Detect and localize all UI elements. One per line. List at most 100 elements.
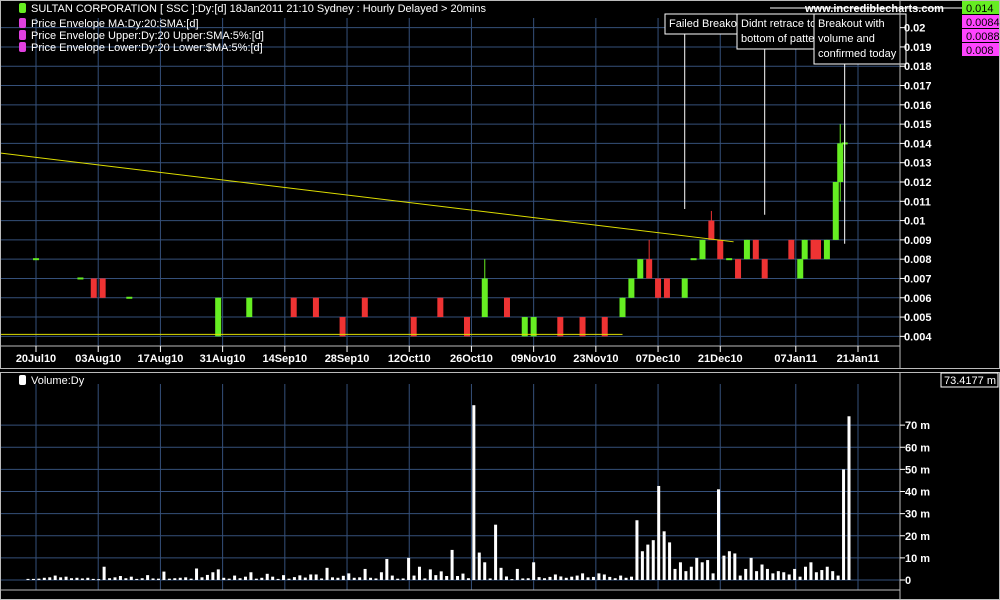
volume-bar bbox=[494, 524, 498, 580]
price-bar bbox=[788, 239, 795, 260]
price-y-tick-label: 0.009 bbox=[904, 235, 932, 247]
volume-bar bbox=[842, 469, 846, 580]
volume-y-tick-label: 0 bbox=[905, 575, 911, 587]
x-tick-label: 03Aug10 bbox=[75, 353, 121, 365]
volume-bar bbox=[417, 566, 421, 580]
price-y-tick-label: 0.011 bbox=[904, 196, 931, 208]
x-tick-label: 17Aug10 bbox=[137, 353, 183, 365]
volume-bar bbox=[243, 576, 247, 580]
volume-bar bbox=[738, 575, 742, 580]
volume-bar bbox=[722, 555, 726, 580]
volume-bar bbox=[619, 575, 623, 580]
volume-bar bbox=[325, 567, 329, 580]
volume-bar bbox=[755, 571, 759, 580]
price-y-tick-label: 0.004 bbox=[904, 331, 932, 343]
volume-y-tick-label: 50 m bbox=[905, 464, 930, 476]
price-bar bbox=[521, 317, 528, 337]
volume-bar bbox=[336, 577, 340, 580]
price-y-tick-label: 0.013 bbox=[904, 158, 932, 170]
price-bar bbox=[690, 258, 697, 261]
x-tick-label: 07Jan11 bbox=[774, 353, 817, 365]
price-y-tick-label: 0.007 bbox=[904, 273, 932, 285]
volume-bar bbox=[222, 577, 226, 580]
price-bar bbox=[726, 258, 733, 261]
price-y-tick-label: 0.015 bbox=[904, 119, 932, 131]
volume-bar bbox=[303, 577, 307, 580]
x-tick-label: 31Aug10 bbox=[200, 353, 246, 365]
price-bar bbox=[735, 259, 742, 279]
volume-bar bbox=[140, 578, 144, 580]
price-bar bbox=[743, 239, 750, 260]
price-bar bbox=[801, 239, 808, 260]
volume-bar bbox=[814, 572, 818, 580]
volume-bar bbox=[553, 574, 557, 580]
volume-bar bbox=[260, 577, 264, 580]
legend-swatch bbox=[19, 42, 26, 52]
volume-bar bbox=[668, 542, 672, 580]
volume-bar bbox=[695, 557, 699, 580]
volume-y-tick-label: 20 m bbox=[905, 531, 930, 543]
volume-bar bbox=[298, 575, 302, 580]
x-tick-label: 21Dec10 bbox=[698, 353, 743, 365]
volume-bar bbox=[211, 572, 215, 580]
volume-bar bbox=[69, 578, 73, 580]
price-y-tick-label: 0.01 bbox=[904, 216, 925, 228]
volume-bar bbox=[412, 575, 416, 580]
volume-bar bbox=[526, 578, 530, 580]
volume-bar bbox=[341, 575, 345, 580]
price-bar bbox=[312, 297, 319, 318]
volume-bar bbox=[249, 572, 253, 580]
volume-bar bbox=[515, 568, 519, 580]
volume-bar bbox=[765, 568, 769, 580]
volume-bar bbox=[570, 576, 574, 580]
volume-bar bbox=[760, 564, 764, 580]
annotation-text: Didnt retrace to bbox=[741, 18, 816, 30]
volume-bar bbox=[564, 577, 568, 580]
volume-bar bbox=[439, 571, 443, 580]
volume-bar bbox=[613, 578, 617, 580]
volume-bar bbox=[320, 578, 324, 580]
volume-bar bbox=[184, 577, 188, 580]
volume-marker bbox=[19, 375, 26, 385]
legend-swatch bbox=[19, 18, 26, 28]
volume-bar bbox=[744, 568, 748, 580]
price-bar bbox=[126, 296, 133, 299]
volume-bar bbox=[700, 562, 704, 580]
volume-bar bbox=[396, 578, 400, 580]
volume-bar bbox=[423, 578, 427, 580]
price-y-tick-label: 0.016 bbox=[904, 100, 932, 112]
volume-bar bbox=[537, 577, 541, 580]
volume-bar bbox=[352, 577, 356, 580]
volume-bar bbox=[782, 572, 786, 580]
volume-bar bbox=[151, 578, 155, 580]
volume-bar bbox=[804, 566, 808, 580]
price-bar bbox=[637, 259, 644, 279]
volume-bar bbox=[358, 577, 362, 580]
price-bar bbox=[663, 278, 670, 298]
volume-bar bbox=[200, 577, 204, 580]
volume-y-tick-label: 60 m bbox=[905, 442, 930, 454]
volume-bar bbox=[205, 574, 209, 580]
price-bar bbox=[655, 278, 662, 298]
price-y-tick-label: 0.018 bbox=[904, 61, 932, 73]
price-bar bbox=[579, 317, 586, 337]
volume-bar bbox=[689, 566, 693, 580]
x-tick-label: 14Sep10 bbox=[262, 353, 307, 365]
price-y-tick-label: 0.014 bbox=[904, 138, 932, 150]
volume-bar bbox=[461, 573, 465, 580]
volume-bar bbox=[787, 574, 791, 580]
volume-bar bbox=[591, 576, 595, 580]
price-y-tick-label: 0.012 bbox=[904, 177, 932, 189]
annotation-text: confirmed today bbox=[818, 48, 897, 60]
volume-bar bbox=[635, 520, 639, 580]
volume-bar bbox=[809, 562, 813, 580]
volume-bar bbox=[624, 577, 628, 580]
volume-bar bbox=[456, 576, 460, 580]
x-tick-label: 26Oct10 bbox=[450, 353, 493, 365]
volume-bar bbox=[216, 569, 220, 580]
volume-bar bbox=[711, 573, 715, 580]
price-bar bbox=[410, 317, 417, 337]
volume-bar bbox=[532, 562, 536, 580]
annotation-text: Breakout with bbox=[818, 18, 885, 30]
price-bar bbox=[601, 317, 608, 337]
